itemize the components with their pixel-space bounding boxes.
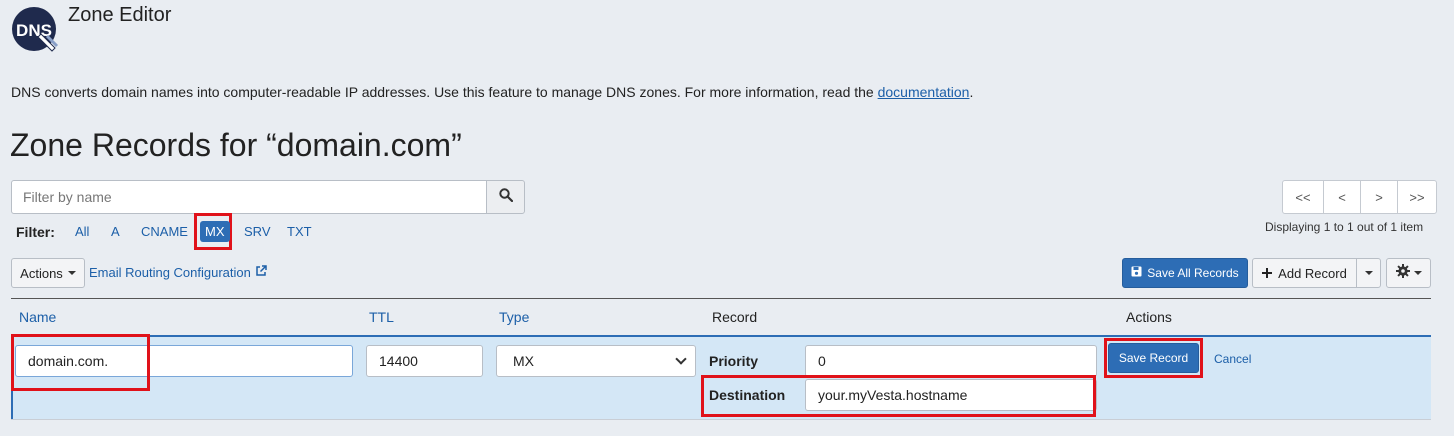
record-type-value: MX (513, 353, 534, 369)
column-header-type[interactable]: Type (499, 309, 529, 325)
dns-logo-icon: DNS (11, 6, 59, 54)
plus-icon (1262, 266, 1273, 281)
settings-dropdown-button[interactable] (1386, 258, 1431, 288)
table-divider (11, 298, 1431, 299)
documentation-link[interactable]: documentation (878, 84, 970, 100)
caret-down-icon (67, 271, 76, 275)
pager-next-button[interactable]: > (1361, 181, 1398, 213)
caret-down-icon (1364, 271, 1373, 275)
pager-status: Displaying 1 to 1 out of 1 item (1265, 220, 1424, 234)
pager-prev-button[interactable]: < (1324, 181, 1361, 213)
save-all-records-button[interactable]: Save All Records (1122, 258, 1248, 288)
email-routing-link[interactable]: Email Routing Configuration (89, 265, 267, 280)
priority-label: Priority (709, 353, 759, 369)
actions-dropdown-button[interactable]: Actions (11, 258, 85, 288)
cancel-link[interactable]: Cancel (1214, 352, 1251, 366)
pager-last-button[interactable]: >> (1398, 181, 1436, 213)
filter-mx[interactable]: MX (200, 221, 230, 242)
external-link-icon (255, 265, 267, 280)
gear-icon (1395, 263, 1410, 283)
search-icon (498, 187, 513, 207)
add-record-button[interactable]: Add Record (1252, 258, 1357, 288)
add-record-dropdown-toggle[interactable] (1356, 258, 1381, 288)
add-record-label: Add Record (1278, 265, 1347, 281)
column-header-record: Record (712, 309, 758, 325)
actions-label: Actions (20, 265, 63, 281)
column-header-ttl[interactable]: TTL (369, 309, 394, 325)
save-all-label: Save All Records (1147, 266, 1239, 280)
search-input[interactable] (11, 180, 487, 214)
column-header-name[interactable]: Name (19, 309, 56, 325)
filter-txt[interactable]: TXT (287, 224, 312, 239)
filter-cname[interactable]: CNAME (141, 224, 188, 239)
search-button[interactable] (486, 180, 525, 214)
caret-down-icon (1413, 271, 1422, 275)
destination-highlight (701, 375, 1096, 417)
record-type-select[interactable]: MX (496, 345, 696, 377)
chevron-down-icon (675, 353, 687, 365)
table-bottom-divider (11, 419, 1431, 420)
save-icon (1131, 266, 1142, 280)
email-routing-label: Email Routing Configuration (89, 265, 251, 280)
page-title: Zone Records for “domain.com” (10, 127, 462, 163)
priority-input[interactable] (805, 345, 1097, 377)
intro-text: DNS converts domain names into computer-… (11, 84, 974, 100)
filter-a[interactable]: A (111, 224, 120, 239)
save-record-highlight (1104, 338, 1203, 378)
app-title: Zone Editor (68, 4, 172, 26)
column-header-actions: Actions (1126, 309, 1172, 325)
filter-label: Filter: (16, 224, 55, 240)
pagination: << < > >> (1282, 180, 1437, 214)
filter-all[interactable]: All (75, 224, 89, 239)
ttl-input[interactable] (366, 345, 483, 377)
pager-first-button[interactable]: << (1283, 181, 1324, 213)
filter-srv[interactable]: SRV (244, 224, 271, 239)
name-highlight (11, 334, 150, 391)
